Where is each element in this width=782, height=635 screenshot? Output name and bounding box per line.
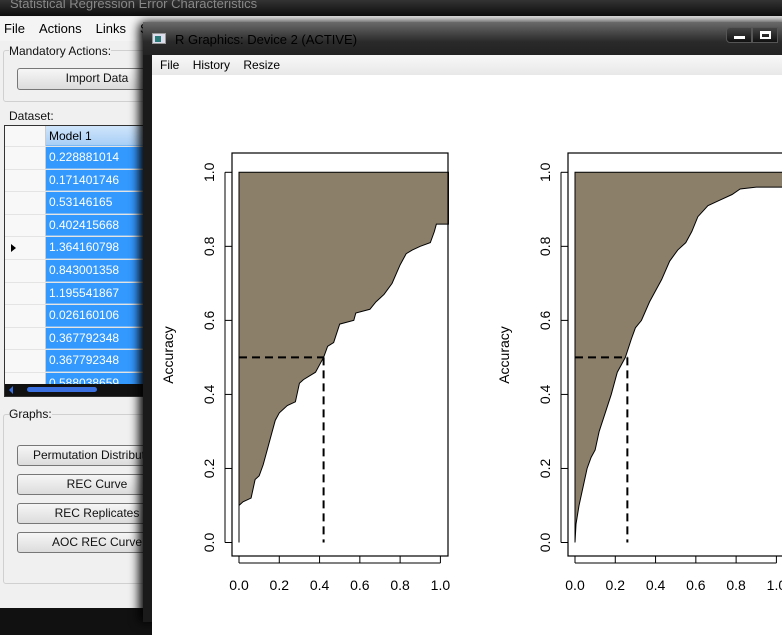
table-row[interactable]: 0.53146165 [5,192,163,215]
r-window-title: R Graphics: Device 2 (ACTIVE) [175,32,358,47]
y-tick-label: 0.4 [537,384,553,404]
row-header[interactable] [5,282,46,305]
r-graphics-window: R Graphics: Device 2 (ACTIVE) File Histo… [143,22,782,635]
table-row[interactable]: 1.195541867 [5,282,163,306]
scroll-left-icon [9,386,13,394]
y-tick-label: 0.6 [537,310,553,330]
horizontal-scrollbar[interactable] [5,384,163,396]
r-menu-resize[interactable]: Resize [243,58,280,72]
y-tick-label: 0.8 [537,236,553,256]
x-tick-label: 1.0 [767,577,782,593]
x-tick-label: 0.0 [565,577,585,593]
r-title-bar[interactable]: R Graphics: Device 2 (ACTIVE) [143,22,782,55]
x-tick-label: 0.8 [390,577,410,593]
rec-area [238,171,449,507]
r-menu-bar: File History Resize [152,55,782,75]
plot-canvas: 0.0 0.2 0.4 0.6 0.8 1.0 0.0 0.2 0.4 0.6 0.8 1.0 Accu… [152,75,782,635]
row-header[interactable] [5,169,46,192]
x-tick-label: 1.0 [431,577,451,593]
x-tick-label: 0.6 [350,577,370,593]
y-tick-label: 1.0 [201,162,217,182]
x-tick-label: 0.6 [686,577,706,593]
maximize-button[interactable] [752,27,778,43]
x-tick-label: 0.8 [726,577,746,593]
graphs-label: Graphs: [9,407,52,421]
table-row[interactable]: 0.367792348 [5,327,163,351]
rec-plot-1: 0.0 0.2 0.4 0.6 0.8 1.0 0.0 0.2 0.4 0.6 0.8 1.0 Accu… [160,152,451,593]
table-row[interactable]: 0.843001358 [5,260,163,283]
x-tick-label: 0.2 [606,577,626,593]
x-tick-label: 0.4 [646,577,666,593]
main-title-bar: Statistical Regression Error Characteris… [0,0,782,16]
x-tick-label: 0.2 [270,577,290,593]
y-axis-label: Accuracy [160,326,176,384]
menu-links[interactable]: Links [92,17,136,41]
y-axis-label: Accuracy [496,326,512,384]
window-title: Statistical Regression Error Characteris… [10,0,258,11]
y-tick-label: 0.8 [201,236,217,256]
scrollbar-thumb[interactable] [27,387,97,392]
r-menu-history[interactable]: History [193,58,230,72]
table-row[interactable]: 0.367792348 [5,350,163,373]
y-tick-label: 0.6 [201,310,217,330]
x-tick-label: 0.0 [229,577,249,593]
minimize-button[interactable] [726,27,752,43]
table-row[interactable]: 0.026160106 [5,305,163,328]
y-tick-label: 0.4 [201,384,217,404]
y-tick-label: 0.0 [537,533,553,553]
row-header[interactable] [5,305,46,327]
row-header[interactable] [5,350,46,372]
mandatory-label: Mandatory Actions: [9,44,112,58]
table-row[interactable]: 0.171401746 [5,169,163,193]
rec-plots: 0.0 0.2 0.4 0.6 0.8 1.0 0.0 0.2 0.4 0.6 0.8 1.0 Accu… [160,152,782,593]
row-header[interactable] [5,192,46,214]
row-header[interactable] [5,214,46,237]
table-row[interactable]: 1.364160798 [5,237,163,260]
y-tick-label: 0.2 [537,459,553,479]
current-row-arrow-icon [11,244,16,253]
y-tick-label: 1.0 [537,162,553,182]
r-menu-file[interactable]: File [160,58,179,72]
maximize-icon [760,31,771,39]
row-header[interactable] [5,147,46,169]
dataset-label: Dataset: [9,109,54,123]
menu-actions[interactable]: Actions [35,17,92,41]
y-tick-label: 0.2 [201,459,217,479]
dataset-grid[interactable]: Model 1 0.228881014 0.171401746 0.53146165 0… [4,125,164,397]
row-header[interactable] [5,260,46,282]
menu-file[interactable]: File [0,17,35,41]
rec-plot-2: 0.0 0.2 0.4 0.6 0.8 1.0 0.0 0.2 0.4 0.6 0.8 1.0 Accu… [496,152,782,593]
minimize-icon [734,36,745,39]
grid-header: Model 1 [5,126,163,147]
x-tick-label: 0.4 [310,577,330,593]
r-app-icon [152,33,166,44]
row-header-corner [5,126,46,146]
row-header[interactable] [5,237,46,259]
row-header[interactable] [5,327,46,350]
table-row[interactable]: 0.228881014 [5,147,163,170]
y-tick-label: 0.0 [201,533,217,553]
table-row[interactable]: 0.402415668 [5,214,163,238]
